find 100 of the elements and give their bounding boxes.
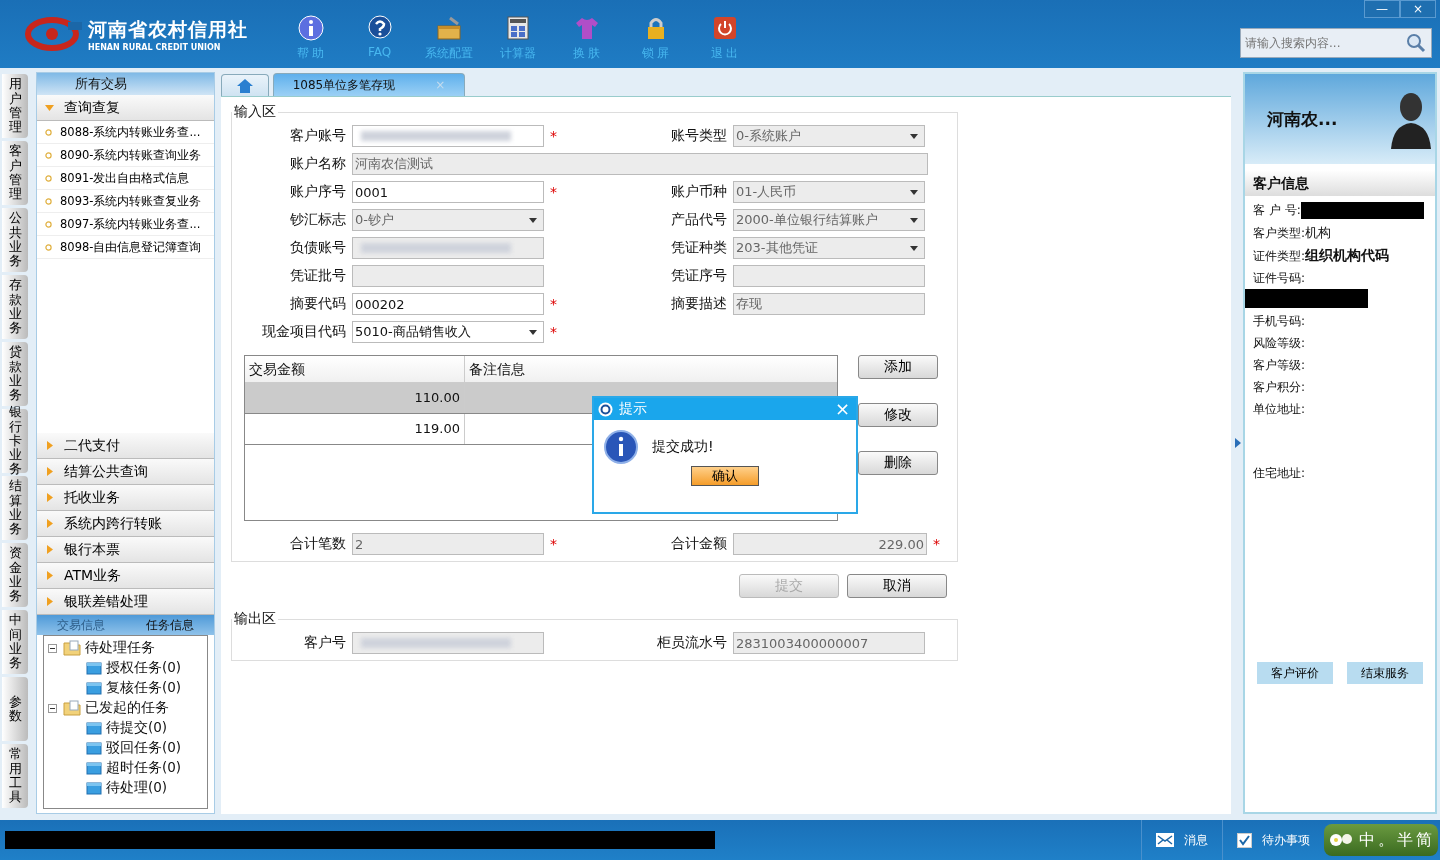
select-field[interactable]: 5010-商品销售收入	[352, 321, 544, 343]
input-field[interactable]	[352, 265, 544, 287]
expand-panel-icon[interactable]	[1235, 438, 1241, 448]
tree-node[interactable]: 授权任务(0)	[106, 659, 182, 677]
info-label: 证件号码:	[1253, 270, 1306, 287]
vertical-tab[interactable]: 结算业务	[2, 476, 28, 540]
collapse-icon[interactable]	[48, 703, 57, 713]
input-field[interactable]: 0001	[352, 181, 544, 203]
bullet-icon	[45, 197, 52, 205]
info-value: 组织机构代码	[1305, 247, 1390, 265]
status-button[interactable]: 消息	[1141, 820, 1222, 860]
tree-node[interactable]: 复核任务(0)	[106, 679, 182, 697]
tree-node[interactable]: 驳回任务(0)	[106, 739, 182, 757]
menu-group[interactable]: 结算公共查询	[37, 459, 214, 485]
dropdown-icon[interactable]	[910, 134, 918, 139]
cancel-button[interactable]: 取消	[847, 574, 947, 598]
info-label: 单位地址:	[1253, 401, 1306, 418]
vertical-tab[interactable]: 存款业务	[2, 275, 28, 339]
confirm-button[interactable]: 确认	[691, 466, 759, 486]
select-field[interactable]: 01-人民币	[733, 181, 925, 203]
vertical-tab[interactable]: 中间业务	[2, 610, 28, 674]
info-label: 住宅地址:	[1253, 465, 1306, 482]
table-cell: 119.00	[245, 414, 465, 444]
collapse-icon[interactable]	[48, 643, 57, 653]
dropdown-icon[interactable]	[910, 246, 918, 251]
section-title: 输出区	[233, 610, 277, 628]
folder-icon	[86, 741, 102, 755]
search-field[interactable]: 请输入搜索内容...	[1240, 28, 1432, 58]
required-mark: *	[933, 536, 940, 552]
input-field[interactable]	[733, 265, 925, 287]
home-tab[interactable]	[221, 74, 269, 96]
caret-icon	[45, 493, 54, 502]
tree-node[interactable]: 已发起的任务	[85, 699, 169, 717]
info-label: 风险等级:	[1253, 335, 1306, 352]
tree-node[interactable]: 待处理任务	[85, 639, 155, 657]
menu-group[interactable]: 查询查复	[37, 95, 214, 121]
table-action-button[interactable]: 删除	[858, 451, 938, 475]
menu-group[interactable]: 银行本票	[37, 537, 214, 563]
input-field[interactable]: 2831003400000007	[733, 632, 925, 654]
info-value: 机构	[1305, 224, 1332, 242]
page-tab[interactable]: 1085单位多笔存现 ×	[273, 73, 465, 96]
input-field[interactable]: 000202	[352, 293, 544, 315]
section-header: 客户信息	[1245, 170, 1435, 196]
vertical-tab[interactable]: 资金业务	[2, 543, 28, 607]
logo-subtitle: HENAN RURAL CREDIT UNION	[88, 42, 222, 52]
folder-icon	[63, 700, 81, 716]
table-action-button[interactable]: 修改	[858, 403, 938, 427]
panel-button[interactable]: 客户评价	[1257, 662, 1333, 684]
dropdown-icon[interactable]	[529, 218, 537, 223]
search-icon[interactable]	[1406, 33, 1426, 53]
home-icon	[237, 78, 253, 93]
dropdown-icon[interactable]	[910, 190, 918, 195]
field-label: 摘要描述	[670, 295, 727, 313]
status-button[interactable]: 待办事项	[1222, 820, 1324, 860]
panel-button[interactable]: 结束服务	[1347, 662, 1423, 684]
tree-node[interactable]: 超时任务(0)	[106, 759, 182, 777]
select-field[interactable]: 0-钞户	[352, 209, 544, 231]
tree-node[interactable]: 待处理(0)	[106, 779, 168, 797]
caret-icon	[45, 519, 54, 528]
table-action-button[interactable]: 添加	[858, 355, 938, 379]
vertical-tab[interactable]: 用户管理	[2, 74, 28, 138]
logo-title: 河南省农村信用社	[88, 16, 248, 42]
vertical-tab[interactable]: 贷款业务	[2, 342, 28, 406]
input-field[interactable]: 2	[352, 533, 544, 555]
bullet-icon	[45, 243, 52, 251]
vertical-tab[interactable]: 常用工具	[2, 744, 28, 808]
menu-group[interactable]: 系统内跨行转账	[37, 511, 214, 537]
info-label: 手机号码:	[1253, 313, 1306, 330]
info-label: 客户类型:	[1253, 224, 1306, 242]
input-field[interactable]: 229.00	[733, 533, 927, 555]
input-field[interactable]: 河南农信测试	[352, 153, 928, 175]
bullet-icon	[45, 151, 52, 159]
tree-node[interactable]: 待提交(0)	[106, 719, 168, 737]
window-control-button[interactable]: ×	[1400, 0, 1436, 18]
input-field[interactable]	[352, 125, 544, 147]
required-mark: *	[550, 296, 557, 312]
field-label: 账户序号	[289, 183, 346, 201]
input-method-bar[interactable]: 中 。 半 简	[1324, 824, 1438, 856]
menu-group[interactable]: 托收业务	[37, 485, 214, 511]
input-field[interactable]	[352, 632, 544, 654]
select-field[interactable]: 2000-单位银行结算账户	[733, 209, 925, 231]
select-field[interactable]: 0-系统账户	[733, 125, 925, 147]
power-icon	[711, 14, 738, 41]
dropdown-icon[interactable]	[529, 330, 537, 335]
input-field[interactable]: 存现	[733, 293, 925, 315]
select-field[interactable]: 203-其他凭证	[733, 237, 925, 259]
mail-icon	[1156, 833, 1174, 847]
window-control-button[interactable]: —	[1364, 0, 1400, 18]
panel-tab[interactable]: 任务信息	[125, 615, 214, 635]
menu-group[interactable]: ATM业务	[37, 563, 214, 589]
caret-icon	[45, 597, 54, 606]
dropdown-icon[interactable]	[910, 218, 918, 223]
input-field[interactable]	[352, 237, 544, 259]
vertical-tab[interactable]: 公共业务	[2, 208, 28, 272]
table-cell: 110.00	[245, 383, 465, 413]
menu-group[interactable]: 二代支付	[37, 433, 214, 459]
help-icon	[366, 14, 393, 41]
vertical-tab[interactable]: 参数	[2, 677, 28, 741]
menu-group[interactable]: 银联差错处理	[37, 589, 214, 615]
vertical-tab[interactable]: 客户管理	[2, 141, 28, 205]
